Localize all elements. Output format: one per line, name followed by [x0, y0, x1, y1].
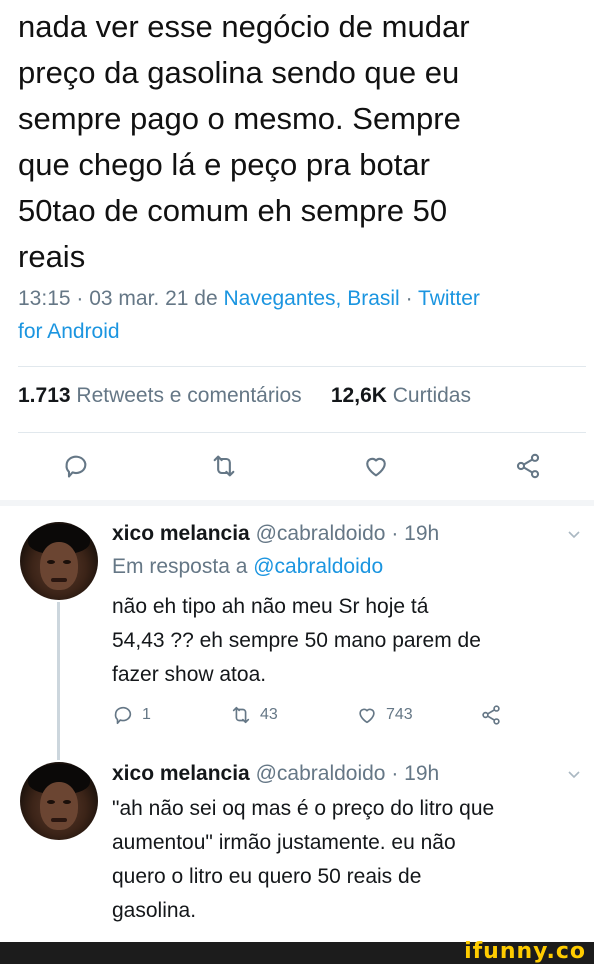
reply-share-button[interactable]	[480, 704, 502, 726]
tweet-text-line: reais	[18, 239, 86, 274]
tweet-text-line: nada ver esse negócio de mudar	[18, 9, 470, 44]
likes-count: 12,6K	[330, 384, 387, 407]
replying-to: Em resposta a @cabraldoido	[112, 555, 383, 579]
heart-icon	[366, 457, 386, 477]
section-separator	[0, 500, 594, 506]
reply-text-line: aumentou" irmão justamente. eu não	[112, 831, 456, 854]
avatar-face	[40, 542, 78, 590]
retweet-icon	[232, 706, 250, 724]
reply-text: "ah não sei oq mas é o preço do litro qu…	[112, 792, 582, 928]
reply-comment-button[interactable]: 1	[112, 704, 151, 726]
reply-header: xico melancia @cabraldoido · 19h	[112, 762, 439, 786]
reply-actions: 1 43 743	[112, 704, 532, 730]
share-icon	[482, 705, 500, 725]
share-button[interactable]	[510, 448, 546, 484]
replying-prefix: Em resposta a	[112, 555, 254, 578]
retweet-icon	[213, 455, 235, 477]
chevron-down-icon	[568, 531, 580, 539]
avatar-eye	[47, 800, 55, 804]
reply-menu-button[interactable]	[566, 766, 582, 787]
retweets-label: Retweets e comentários	[76, 384, 302, 407]
retweet-button[interactable]	[206, 448, 242, 484]
reply-time: · 19h	[391, 762, 440, 785]
tweet-text-line: preço da gasolina sendo que eu	[18, 55, 460, 90]
reply-author-handle[interactable]: @cabraldoido	[256, 522, 386, 545]
avatar-mouth	[51, 578, 67, 582]
tweet-source-link[interactable]: Twitter	[418, 287, 480, 310]
reply-text-line: quero o litro eu quero 50 reais de	[112, 865, 422, 888]
avatar[interactable]	[20, 762, 98, 840]
reply-comment-count: 1	[142, 706, 151, 723]
tweet-text-line: sempre pago o mesmo. Sempre	[18, 101, 461, 136]
likes-stat[interactable]: 12,6K Curtidas	[331, 384, 471, 407]
avatar-eye	[47, 560, 55, 564]
reply-text-line: fazer show atoa.	[112, 663, 267, 686]
divider	[18, 432, 586, 433]
like-button[interactable]	[358, 448, 394, 484]
reply-tweet[interactable]: xico melancia @cabraldoido · 19h Em resp…	[0, 510, 594, 760]
replying-to-link[interactable]: @cabraldoido	[253, 555, 383, 578]
chevron-down-icon	[568, 771, 580, 779]
reply-text-line: não eh tipo ah não meu Sr hoje tá	[112, 595, 429, 618]
tweet-actions	[0, 448, 594, 488]
divider	[18, 366, 586, 367]
share-icon	[516, 453, 540, 479]
tweet-meta-line1: 13:15 · 03 mar. 21 de Navegantes, Brasil…	[18, 282, 578, 315]
tweet-meta: 13:15 · 03 mar. 21 de Navegantes, Brasil…	[18, 282, 578, 348]
reply-author-name[interactable]: xico melancia	[112, 762, 250, 785]
ifunny-watermark: ifunny.co	[464, 939, 586, 964]
tweet-location-link[interactable]: Navegantes, Brasil	[223, 287, 399, 310]
avatar-mouth	[51, 818, 67, 822]
comment-button[interactable]	[58, 448, 94, 484]
tweet-text-line: 50tao de comum eh sempre 50	[18, 193, 448, 228]
likes-label: Curtidas	[392, 384, 471, 407]
tweet-source-link-cont[interactable]: for Android	[18, 315, 578, 348]
avatar[interactable]	[20, 522, 98, 600]
reply-menu-button[interactable]	[566, 526, 582, 547]
retweets-stat[interactable]: 1.713 Retweets e comentários	[18, 384, 302, 407]
reply-retweet-count: 43	[260, 706, 278, 723]
reply-like-button[interactable]: 743	[356, 704, 413, 726]
tweet-stats: 1.713 Retweets e comentários 12,6K Curti…	[18, 384, 471, 408]
comment-icon	[114, 706, 132, 725]
avatar-face	[40, 782, 78, 830]
reply-time: · 19h	[391, 522, 440, 545]
thread-line	[57, 602, 60, 760]
reply-author-name[interactable]: xico melancia	[112, 522, 250, 545]
reply-retweet-button[interactable]: 43	[230, 704, 278, 726]
retweets-count: 1.713	[18, 384, 71, 407]
tweet-text: nada ver esse negócio de mudar preço da …	[18, 4, 578, 280]
tweet-text-line: que chego lá e peço pra botar	[18, 147, 430, 182]
heart-icon	[359, 708, 375, 724]
avatar-eye	[63, 800, 71, 804]
comment-icon	[65, 455, 87, 478]
tweet-timestamp[interactable]: 13:15 · 03 mar. 21 de	[18, 287, 223, 310]
meta-separator: ·	[399, 287, 419, 310]
reply-author-handle[interactable]: @cabraldoido	[256, 762, 386, 785]
reply-tweet[interactable]: xico melancia @cabraldoido · 19h "ah não…	[0, 752, 594, 938]
reply-like-count: 743	[386, 706, 413, 723]
reply-header: xico melancia @cabraldoido · 19h	[112, 522, 439, 546]
reply-text-line: 54,43 ?? eh sempre 50 mano parem de	[112, 629, 481, 652]
avatar-eye	[63, 560, 71, 564]
reply-text: não eh tipo ah não meu Sr hoje tá 54,43 …	[112, 590, 582, 692]
reply-text-line: "ah não sei oq mas é o preço do litro qu…	[112, 797, 495, 820]
reply-text-line: gasolina.	[112, 899, 197, 922]
watermark-bar: ifunny.co	[0, 939, 594, 964]
